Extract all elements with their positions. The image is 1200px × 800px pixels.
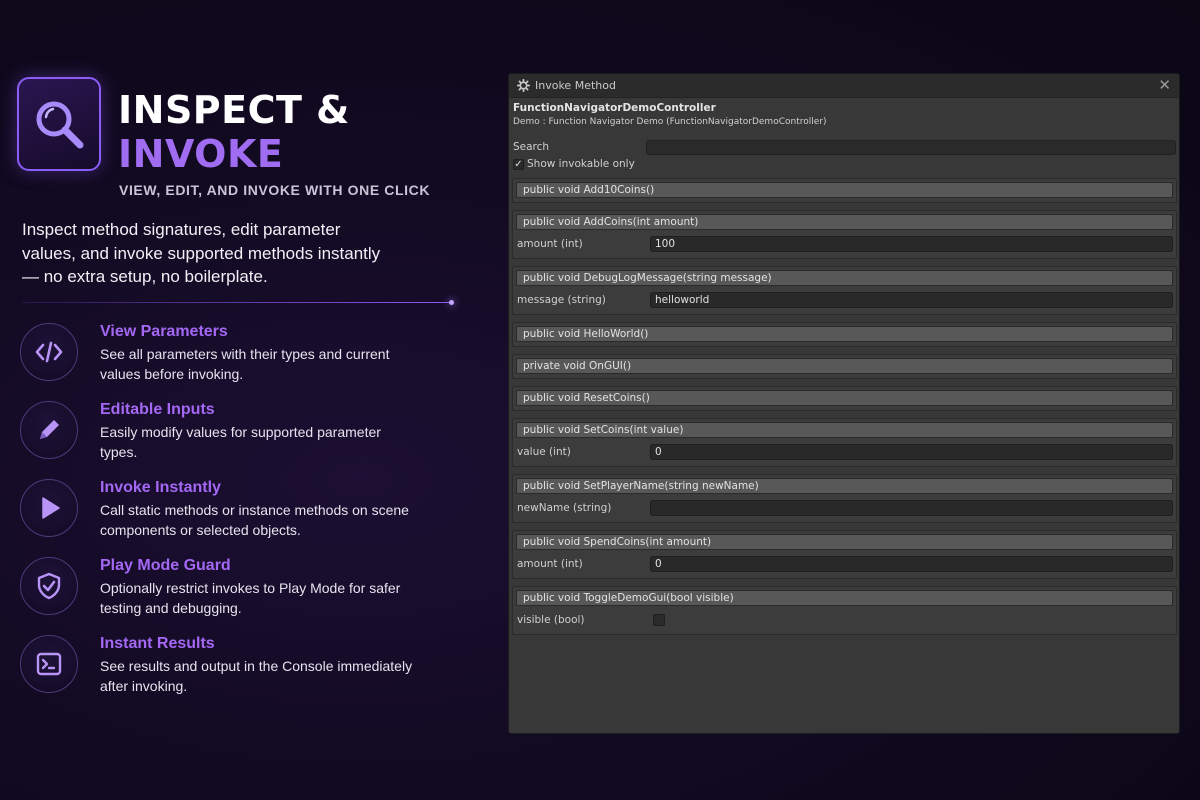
invoke-method-window: Invoke Method ✕ FunctionNavigatorDemoCon… [508,73,1180,734]
method-entry: public void Add10Coins() [512,178,1177,203]
code-icon [35,341,63,363]
parameter-label: amount (int) [517,558,583,570]
feature-invoke-instantly: Invoke Instantly Call static methods or … [20,479,440,543]
feature-title: Instant Results [100,635,215,652]
feature-icon-badge [20,635,78,693]
invoke-method-button[interactable]: private void OnGUI() [516,358,1173,374]
close-icon[interactable]: ✕ [1158,76,1171,94]
parameter-row: message (string) [516,291,1173,310]
parameter-checkbox[interactable] [653,614,665,626]
feature-instant-results: Instant Results See results and output i… [20,635,440,699]
invoke-method-button[interactable]: public void SetCoins(int value) [516,422,1173,438]
method-entry: public void ResetCoins() [512,386,1177,411]
feature-icon-badge [20,557,78,615]
gear-icon [517,79,530,92]
target-component-path: Demo : Function Navigator Demo (Function… [513,117,827,127]
feature-description: Easily modify values for supported param… [100,424,381,460]
window-titlebar[interactable]: Invoke Method ✕ [509,74,1179,98]
method-entry: public void ToggleDemoGui(bool visible) … [512,586,1177,635]
shield-check-icon [37,572,61,600]
app-logo [17,77,101,171]
method-entry: public void SpendCoins(int amount) amoun… [512,530,1177,579]
show-invokable-checkbox[interactable]: ✓ [513,159,524,170]
invoke-method-button[interactable]: public void ToggleDemoGui(bool visible) [516,590,1173,606]
target-component-name: FunctionNavigatorDemoController [513,102,716,114]
feature-icon-badge [20,479,78,537]
feature-description: See results and output in the Console im… [100,658,413,694]
search-label: Search [513,141,550,153]
parameter-input[interactable] [650,444,1173,460]
method-entry: public void SetCoins(int value) value (i… [512,418,1177,467]
parameter-row: amount (int) [516,555,1173,574]
play-icon [42,497,60,519]
parameter-input[interactable] [650,292,1173,308]
feature-title: View Parameters [100,323,228,340]
parameter-label: newName (string) [517,502,612,514]
invoke-method-button[interactable]: public void SetPlayerName(string newName… [516,478,1173,494]
search-input[interactable] [646,140,1176,155]
invoke-method-button[interactable]: public void AddCoins(int amount) [516,214,1173,230]
parameter-label: amount (int) [517,238,583,250]
parameter-row: visible (bool) [516,611,1173,630]
parameter-label: visible (bool) [517,614,585,626]
feature-play-mode-guard: Play Mode Guard Optionally restrict invo… [20,557,440,621]
method-entry: private void OnGUI() [512,354,1177,379]
method-entry: public void SetPlayerName(string newName… [512,474,1177,523]
show-invokable-label: Show invokable only [527,158,635,170]
feature-title: Editable Inputs [100,401,215,418]
tagline: VIEW, EDIT, AND INVOKE WITH ONE CLICK [119,182,431,198]
feature-description: Call static methods or instance methods … [100,502,409,538]
feature-icon-badge [20,323,78,381]
method-entry: public void HelloWorld() [512,322,1177,347]
feature-description: Optionally restrict invokes to Play Mode… [100,580,401,616]
feature-title: Play Mode Guard [100,557,231,574]
console-icon [36,652,62,676]
parameter-row: newName (string) [516,499,1173,518]
parameter-row: amount (int) [516,235,1173,254]
parameter-label: value (int) [517,446,571,458]
invoke-method-button[interactable]: public void DebugLogMessage(string messa… [516,270,1173,286]
feature-editable-inputs: Editable Inputs Easily modify values for… [20,401,440,465]
invoke-method-button[interactable]: public void HelloWorld() [516,326,1173,342]
invoke-method-button[interactable]: public void ResetCoins() [516,390,1173,406]
headline-line-1: INSPECT & [118,88,350,132]
parameter-label: message (string) [517,294,606,306]
feature-description: See all parameters with their types and … [100,346,390,382]
divider-dot [449,300,454,305]
invoke-method-button[interactable]: public void SpendCoins(int amount) [516,534,1173,550]
headline-line-2: INVOKE [118,132,284,176]
invoke-method-button[interactable]: public void Add10Coins() [516,182,1173,198]
intro-paragraph: Inspect method signatures, edit paramete… [22,220,381,286]
divider [22,302,452,303]
method-entry: public void DebugLogMessage(string messa… [512,266,1177,315]
parameter-input[interactable] [650,236,1173,252]
parameter-row: value (int) [516,443,1173,462]
feature-icon-badge [20,401,78,459]
parameter-input[interactable] [650,500,1173,516]
method-list: public void Add10Coins() public void Add… [512,178,1177,642]
headline: INSPECT & INVOKE [118,88,350,176]
method-entry: public void AddCoins(int amount) amount … [512,210,1177,259]
window-title: Invoke Method [535,79,616,92]
feature-view-parameters: View Parameters See all parameters with … [20,323,440,387]
parameter-input[interactable] [650,556,1173,572]
magnifier-icon [36,101,84,149]
feature-title: Invoke Instantly [100,479,221,496]
pencil-icon [40,420,59,439]
